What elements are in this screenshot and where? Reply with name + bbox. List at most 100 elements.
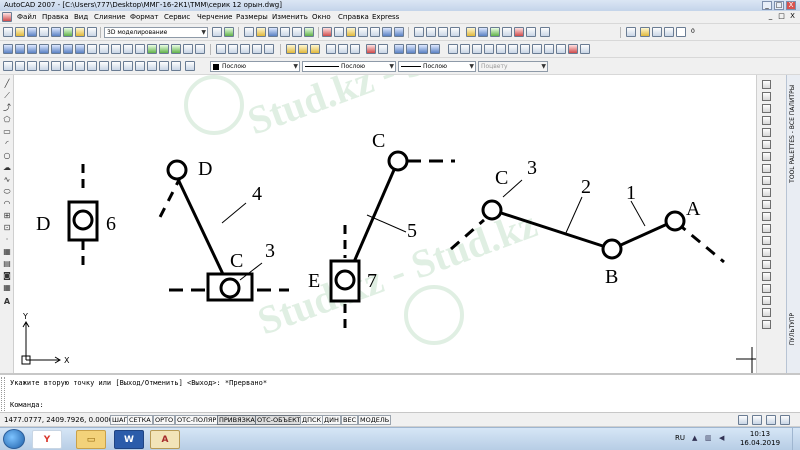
volume-icon[interactable]: ◀ (719, 434, 724, 442)
dim-aligned-2-icon[interactable] (15, 61, 25, 71)
free-orbit-icon[interactable] (298, 44, 308, 54)
union-icon[interactable] (147, 44, 157, 54)
drawing-canvas[interactable]: Stud.kz - Stud.kz Stud.kz - Stud.kz D 6 … (14, 75, 756, 373)
open-file-icon[interactable] (15, 27, 25, 37)
region-icon[interactable]: ◙ (2, 271, 12, 281)
lwt-toggle[interactable]: ВЕС (341, 415, 359, 425)
mirror-icon[interactable] (762, 104, 771, 113)
match-properties-icon[interactable] (358, 27, 368, 37)
continuous-orbit-icon[interactable] (310, 44, 320, 54)
menu-draw[interactable]: Черчение (197, 13, 232, 21)
menu-window[interactable]: Окно (312, 13, 331, 21)
qsave-icon[interactable] (268, 27, 278, 37)
material-icon[interactable] (75, 27, 85, 37)
dim-angular-2-icon[interactable] (87, 61, 97, 71)
pyramid-icon[interactable] (75, 44, 85, 54)
fly-icon[interactable] (350, 44, 360, 54)
markup-icon[interactable] (514, 27, 524, 37)
trim-icon[interactable] (762, 188, 771, 197)
subtract-icon[interactable] (159, 44, 169, 54)
zoom-window-icon[interactable] (438, 27, 448, 37)
status-menu-icon[interactable] (780, 415, 790, 425)
help-icon[interactable] (540, 27, 550, 37)
menu-modify[interactable]: Изменить (272, 13, 308, 21)
revision-cloud-icon[interactable]: ☁ (2, 163, 12, 173)
center-mark-icon[interactable] (580, 44, 590, 54)
match-icon[interactable] (762, 296, 771, 305)
properties-icon[interactable] (466, 27, 476, 37)
light-icon[interactable] (366, 44, 376, 54)
grid-toggle[interactable]: СЕТКА (127, 415, 153, 425)
polyline-icon[interactable]: ⤴ (2, 103, 12, 113)
coordinates-readout[interactable]: 1477.0777, 2409.7926, 0.0000 (4, 416, 113, 424)
extrude-icon[interactable] (87, 44, 97, 54)
lock-icon[interactable] (664, 27, 674, 37)
command-prompt[interactable]: Команда: (10, 401, 44, 409)
dim-linear-2-icon[interactable] (3, 61, 13, 71)
dim-diameter-2-icon[interactable] (75, 61, 85, 71)
doc-minimize-button[interactable]: _ (766, 12, 775, 22)
dim-baseline-2-icon[interactable] (99, 61, 109, 71)
language-indicator[interactable]: RU (675, 434, 685, 442)
undo-icon[interactable] (382, 27, 392, 37)
dim-radius-2-icon[interactable] (51, 61, 61, 71)
dyn-toggle[interactable]: ДИН (322, 415, 341, 425)
zoom-realtime-icon[interactable] (426, 27, 436, 37)
render-icon[interactable] (51, 27, 61, 37)
hidden-icon[interactable] (406, 44, 416, 54)
visual-style-icon[interactable] (63, 27, 73, 37)
sun-icon[interactable] (378, 44, 388, 54)
explorer-taskbar-icon[interactable]: ▭ (76, 430, 106, 449)
ucs-icon[interactable] (216, 44, 226, 54)
make-block-icon[interactable]: ⊡ (2, 223, 12, 233)
offset-icon[interactable] (762, 116, 771, 125)
qdim-icon[interactable] (532, 44, 542, 54)
pan-icon[interactable] (414, 27, 424, 37)
workspace-select[interactable]: 3D моделирование ▼ (104, 27, 208, 38)
tolerance-icon[interactable] (568, 44, 578, 54)
sheet-set-icon[interactable] (502, 27, 512, 37)
dim-ordinate-2-icon[interactable] (39, 61, 49, 71)
ortho-toggle[interactable]: ОРТО (153, 415, 176, 425)
paste-icon[interactable] (346, 27, 356, 37)
tool-palettes-title[interactable]: TOOL PALETTES - ВСЕ ПАЛИТРЫ (789, 85, 799, 183)
lock-toolbar-icon[interactable] (738, 415, 748, 425)
ucs-object-icon[interactable] (264, 44, 274, 54)
dim-style-icon[interactable] (159, 61, 169, 71)
zoom-previous-icon[interactable] (450, 27, 460, 37)
dim-ordinate-icon[interactable] (484, 44, 494, 54)
hatch-icon[interactable]: ▦ (2, 247, 12, 257)
scale-icon[interactable] (762, 164, 771, 173)
wireframe-icon[interactable] (394, 44, 404, 54)
show-desktop-button[interactable] (792, 428, 800, 450)
menu-tools[interactable]: Сервис (164, 13, 190, 21)
doc-restore-button[interactable]: □ (777, 12, 786, 22)
chamfer-icon[interactable] (762, 248, 771, 257)
yandex-taskbar-icon[interactable]: Y (32, 430, 62, 449)
3d-orbit-icon[interactable] (286, 44, 296, 54)
dim-aligned-icon[interactable] (460, 44, 470, 54)
minimize-button[interactable]: _ (762, 1, 772, 10)
dim-baseline-icon[interactable] (544, 44, 554, 54)
dim-continue-icon[interactable] (556, 44, 566, 54)
communication-center-icon[interactable] (752, 415, 762, 425)
walk-icon[interactable] (338, 44, 348, 54)
revolve-icon[interactable] (123, 44, 133, 54)
properties-modify-icon[interactable] (762, 284, 771, 293)
3d-rotate-icon[interactable] (195, 44, 205, 54)
presspull-icon[interactable] (99, 44, 109, 54)
doc-close-button[interactable]: X (788, 12, 797, 22)
otrack-toggle[interactable]: ОТС-ОБЪЕКТ (255, 415, 303, 425)
plot-icon[interactable] (280, 27, 290, 37)
command-line[interactable]: Укажите вторую точку или [Выход/Отменить… (0, 373, 800, 413)
wedge-icon[interactable] (15, 44, 25, 54)
copy-object-icon[interactable] (762, 92, 771, 101)
color-select[interactable]: Послою ▼ (210, 61, 300, 72)
join-icon[interactable] (762, 236, 771, 245)
autocad-taskbar-icon[interactable]: A (150, 430, 180, 449)
sweep-icon[interactable] (111, 44, 121, 54)
ellipse-arc-icon[interactable]: ◠ (2, 199, 12, 209)
cone-icon[interactable] (27, 44, 37, 54)
design-center-icon[interactable] (478, 27, 488, 37)
menu-help[interactable]: Справка (338, 13, 369, 21)
